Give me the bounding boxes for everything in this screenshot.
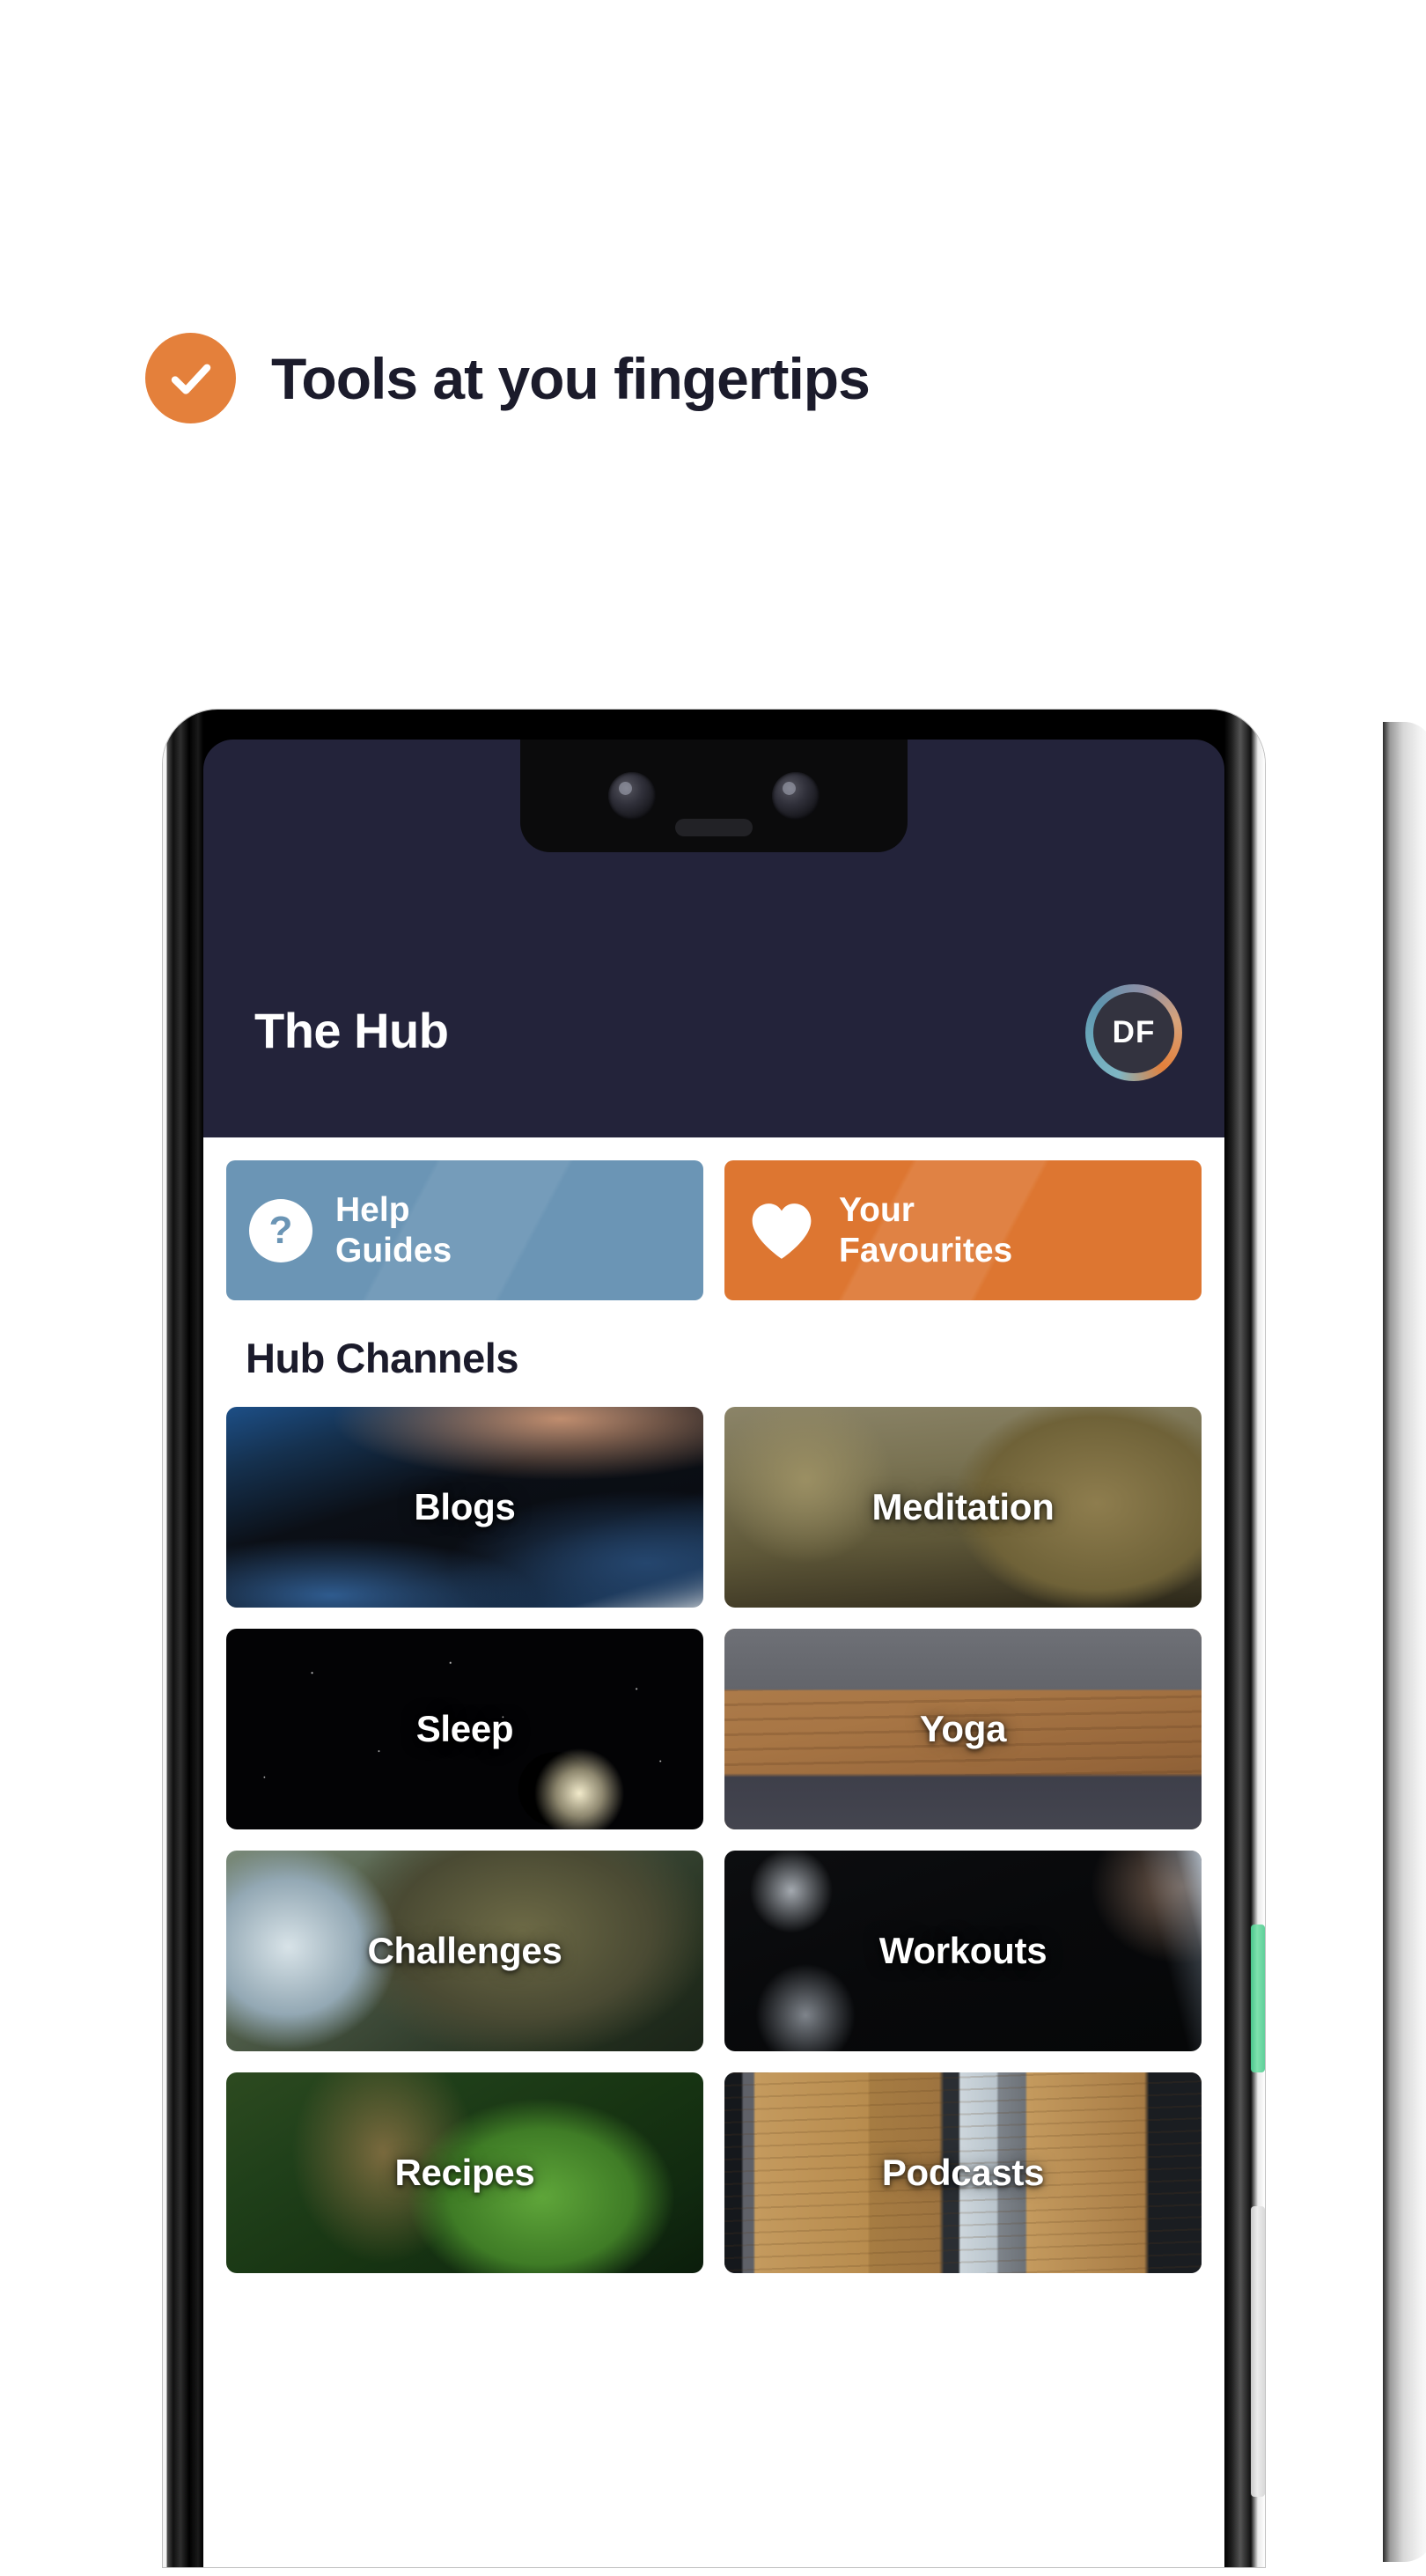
volume-rocker-button[interactable] [1251,2206,1265,2497]
phone-side-rail [1383,722,1426,2562]
channel-tile-recipes[interactable]: Recipes [226,2072,703,2273]
front-camera-lens [608,772,656,820]
channel-tile-blogs[interactable]: Blogs [226,1407,703,1608]
channel-label: Meditation [871,1486,1055,1527]
avatar-initials: DF [1093,992,1174,1073]
heart-icon [747,1201,816,1261]
channel-tile-workouts[interactable]: Workouts [724,1851,1202,2051]
help-guides-label: Help Guides [335,1190,452,1270]
channel-label: Podcasts [881,2152,1045,2193]
app-title: The Hub [254,1003,449,1058]
channel-tile-yoga[interactable]: Yoga [724,1629,1202,1829]
earpiece-speaker [675,819,753,836]
help-guides-label-line1: Help [335,1191,410,1230]
channel-label: Yoga [919,1708,1007,1749]
app-content: ? Help Guides Your Favourites Hub Channe… [203,1137,1224,2567]
channel-label: Workouts [878,1930,1047,1971]
channel-label: Blogs [414,1486,516,1527]
your-favourites-label-line2: Favourites [839,1231,1013,1270]
channel-tile-podcasts[interactable]: Podcasts [724,2072,1202,2273]
power-button[interactable] [1251,1925,1265,2072]
help-guides-button[interactable]: ? Help Guides [226,1160,703,1300]
check-circle-icon [145,333,236,423]
your-favourites-label: Your Favourites [839,1190,1012,1270]
phone-notch [520,740,908,852]
channel-label: Sleep [415,1708,514,1749]
secondary-camera-lens [772,772,820,820]
avatar[interactable]: DF [1085,984,1182,1081]
hub-channels-grid: Blogs Meditation Sleep Yoga Challenges W… [226,1407,1202,2273]
channel-tile-sleep[interactable]: Sleep [226,1629,703,1829]
channel-label: Recipes [394,2152,535,2193]
channel-tile-challenges[interactable]: Challenges [226,1851,703,2051]
your-favourites-button[interactable]: Your Favourites [724,1160,1202,1300]
channel-tile-meditation[interactable]: Meditation [724,1407,1202,1608]
your-favourites-label-line1: Your [839,1191,915,1230]
section-title: Hub Channels [246,1335,518,1381]
headline: Tools at you fingertips [145,333,871,423]
phone-screen: The Hub DF ? Help Guides Your Favourites… [203,740,1224,2567]
page-title: Tools at you fingertips [271,345,871,411]
phone-mockup: The Hub DF ? Help Guides Your Favourites… [163,710,1426,2576]
question-mark-icon: ? [249,1198,312,1262]
channel-label: Challenges [367,1930,562,1971]
quick-actions-row: ? Help Guides Your Favourites [226,1160,1202,1300]
help-guides-label-line2: Guides [335,1231,452,1270]
